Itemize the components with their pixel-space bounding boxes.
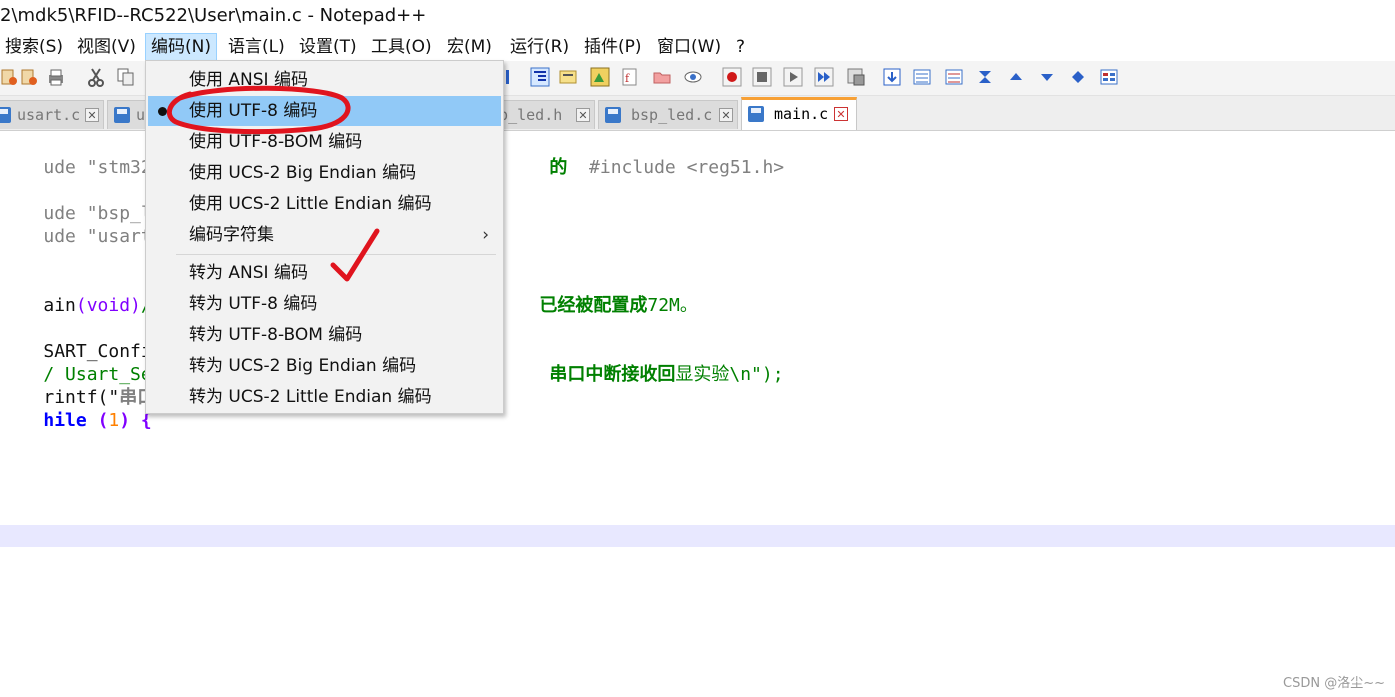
- code-line: hile (1) {: [0, 386, 151, 431]
- save-icon: [605, 107, 621, 123]
- insert-icon[interactable]: [882, 67, 902, 87]
- close-icon[interactable]: ✕: [719, 108, 733, 122]
- watermark: CSDN @洛尘~~: [1283, 676, 1385, 691]
- monitor-icon[interactable]: [683, 67, 703, 87]
- close-file-icon[interactable]: [20, 67, 40, 87]
- tab-bsp-led-c[interactable]: bsp_led.c ✕: [598, 100, 738, 129]
- folder-icon[interactable]: [652, 67, 672, 87]
- cut-icon[interactable]: [86, 67, 106, 87]
- menu-item-convert-ucs2-be[interactable]: 转为 UCS-2 Big Endian 编码: [148, 351, 501, 381]
- list-icon[interactable]: [912, 67, 932, 87]
- menu-item-use-ucs2-be[interactable]: 使用 UCS-2 Big Endian 编码: [148, 158, 501, 188]
- menu-item-label: 使用 UCS-2 Little Endian 编码: [189, 194, 432, 214]
- code-line: rintf("串口: [0, 363, 155, 408]
- save-icon: [114, 107, 130, 123]
- close-icon[interactable]: ✕: [576, 108, 590, 122]
- code-text: 已经: [539, 295, 576, 316]
- current-line-highlight: [0, 525, 1395, 547]
- submenu-arrow-icon: ›: [482, 225, 489, 245]
- code-text: 被配置成: [575, 295, 648, 316]
- code-line: 串口中断接收回显实验\n");: [506, 340, 783, 385]
- code-line: 已经被配置成72M。: [496, 271, 698, 316]
- save-icon: [0, 107, 11, 123]
- menu-window[interactable]: 窗口(W): [652, 33, 726, 61]
- menu-help[interactable]: ?: [731, 33, 750, 61]
- menu-view[interactable]: 视图(V): [72, 33, 141, 61]
- close-icon[interactable]: ✕: [834, 107, 848, 121]
- menu-tools[interactable]: 工具(O): [366, 33, 437, 61]
- menu-item-label: 编码字符集: [189, 225, 274, 245]
- code-text: (void): [75, 295, 141, 316]
- red-circle-annotation: [166, 85, 351, 135]
- code-text: 的: [549, 157, 568, 178]
- menu-settings[interactable]: 设置(T): [294, 33, 362, 61]
- tab-usart-c[interactable]: usart.c ✕: [0, 100, 104, 129]
- menu-item-label: 转为 UTF-8-BOM 编码: [189, 325, 363, 345]
- code-text: ain: [43, 295, 76, 316]
- tab-label: main.c: [774, 105, 829, 123]
- play-macro-icon[interactable]: [783, 67, 803, 87]
- menu-encoding[interactable]: 编码(N): [145, 33, 217, 61]
- menu-macro[interactable]: 宏(M): [442, 33, 497, 61]
- panel-icon[interactable]: [1099, 67, 1119, 87]
- tab-label: u: [136, 106, 146, 124]
- code-line: ain(void)//: [0, 271, 162, 316]
- menu-item-convert-ucs2-le[interactable]: 转为 UCS-2 Little Endian 编码: [148, 382, 501, 412]
- menu-bar: 搜索(S) 视图(V) 编码(N) 语言(L) 设置(T) 工具(O) 宏(M)…: [0, 33, 1395, 61]
- code-text: #include <reg51.h>: [589, 157, 785, 178]
- code-text: 串口中断接收回: [549, 364, 676, 385]
- save-macro-icon[interactable]: [846, 67, 866, 87]
- menu-run[interactable]: 运行(R): [505, 33, 574, 61]
- arrow-up-icon[interactable]: [1006, 67, 1026, 87]
- code-text: 1: [108, 410, 120, 431]
- menu-plugins[interactable]: 插件(P): [579, 33, 647, 61]
- menu-item-convert-utf8-bom[interactable]: 转为 UTF-8-BOM 编码: [148, 320, 501, 350]
- save-icon: [748, 106, 764, 122]
- menu-item-label: 转为 UCS-2 Little Endian 编码: [189, 387, 432, 407]
- close-icon[interactable]: ✕: [85, 108, 99, 122]
- tab-label: bsp_led.c: [631, 106, 713, 124]
- collapse-icon[interactable]: [975, 67, 995, 87]
- code-text: (: [97, 410, 109, 431]
- list-red-icon[interactable]: [944, 67, 964, 87]
- window-title: 2\mdk5\RFID--RC522\User\main.c - Notepad…: [0, 0, 1395, 32]
- tab-label: usart.c: [17, 106, 81, 124]
- stop-macro-icon[interactable]: [752, 67, 772, 87]
- menu-item-use-ucs2-le[interactable]: 使用 UCS-2 Little Endian 编码: [148, 189, 501, 219]
- code-text: 显实验\n");: [675, 364, 784, 385]
- menu-item-convert-utf8[interactable]: 转为 UTF-8 编码: [148, 289, 501, 319]
- close-all-icon[interactable]: [0, 67, 20, 87]
- print-icon[interactable]: [46, 67, 66, 87]
- menu-item-label: 使用 UCS-2 Big Endian 编码: [189, 163, 417, 183]
- code-line: 的 #include <reg51.h>: [506, 133, 784, 178]
- menu-search[interactable]: 搜索(S): [0, 33, 68, 61]
- copy-icon[interactable]: [116, 67, 136, 87]
- expand-icon[interactable]: [1068, 67, 1088, 87]
- record-macro-icon[interactable]: [722, 67, 742, 87]
- doc-map-icon[interactable]: [558, 67, 578, 87]
- menu-language[interactable]: 语言(L): [223, 33, 290, 61]
- menu-item-label: 转为 UTF-8 编码: [189, 294, 318, 314]
- code-text: 72M。: [647, 295, 698, 316]
- menu-item-label: 转为 ANSI 编码: [189, 263, 308, 283]
- function-list-icon[interactable]: [590, 67, 610, 87]
- arrow-down-icon[interactable]: [1037, 67, 1057, 87]
- run-macro-multiple-icon[interactable]: [814, 67, 834, 87]
- red-checkmark-annotation: [330, 228, 380, 282]
- code-text: hile: [43, 410, 87, 431]
- tab-u[interactable]: u: [107, 100, 147, 129]
- tab-main-c[interactable]: main.c ✕: [741, 97, 857, 130]
- menu-item-label: 转为 UCS-2 Big Endian 编码: [189, 356, 417, 376]
- func-icon[interactable]: f: [620, 67, 640, 87]
- indent-guide-icon[interactable]: [530, 67, 550, 87]
